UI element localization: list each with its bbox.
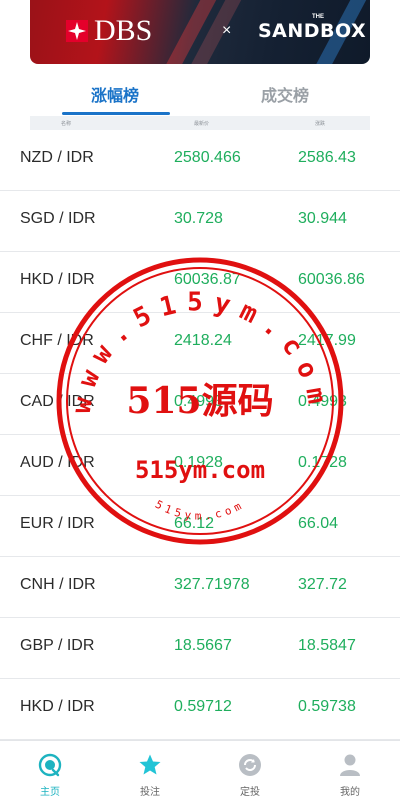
currency-pair: CHF / IDR <box>20 332 94 349</box>
latest-price: 60036.87 <box>174 271 241 288</box>
latest-price: 0.1928 <box>174 454 223 471</box>
list-item[interactable]: EUR / IDR 66.12 66.04 <box>0 496 400 557</box>
home-icon <box>38 753 62 777</box>
nav-label-bet: 投注 <box>140 787 160 798</box>
list-item[interactable]: HKD / IDR 60036.87 60036.86 <box>0 252 400 313</box>
change-value: 2586.43 <box>298 149 356 166</box>
list-item[interactable]: CHF / IDR 2418.24 2417.99 <box>0 313 400 374</box>
latest-price: 2580.466 <box>174 149 241 166</box>
change-value: 2417.99 <box>298 332 356 349</box>
currency-pair: CAD / IDR <box>20 393 95 410</box>
change-value: 18.5847 <box>298 637 356 654</box>
ranking-tabs: 涨幅榜 成交榜 <box>0 64 400 116</box>
column-header-change: 涨跌 <box>315 121 326 127</box>
change-value: 0.4993 <box>298 393 347 410</box>
latest-price: 66.12 <box>174 515 215 532</box>
nav-item-profile[interactable]: 我的 <box>300 741 400 800</box>
change-value: 327.72 <box>298 576 347 593</box>
list-item[interactable]: HKD / IDR 0.59712 0.59738 <box>0 679 400 740</box>
latest-price: 2418.24 <box>174 332 232 349</box>
change-value: 60036.86 <box>298 271 365 288</box>
nav-item-home[interactable]: 主页 <box>0 741 100 800</box>
nav-label-fixed-invest: 定投 <box>240 787 260 798</box>
collab-separator: × <box>222 22 232 39</box>
currency-pair: EUR / IDR <box>20 515 95 532</box>
quote-list: NZD / IDR 2580.466 2586.43 SGD / IDR 30.… <box>0 130 400 740</box>
tab-volume-ranking[interactable]: 成交榜 <box>261 82 309 106</box>
tab-rise-ranking[interactable]: 涨幅榜 <box>91 82 139 106</box>
change-value: 66.04 <box>298 515 339 532</box>
user-icon <box>340 754 360 776</box>
column-header: 名称 最新价 涨跌 <box>30 116 370 130</box>
currency-pair: NZD / IDR <box>20 149 94 166</box>
currency-pair: GBP / IDR <box>20 637 95 654</box>
currency-pair: HKD / IDR <box>20 698 95 715</box>
dbs-logo-icon <box>66 20 88 42</box>
list-item[interactable]: CNH / IDR 327.71978 327.72 <box>0 557 400 618</box>
promo-banner[interactable]: DBS × THE SANDBOX <box>30 0 370 64</box>
change-value: 0.59738 <box>298 698 356 715</box>
latest-price: 0.4993 <box>174 393 223 410</box>
nav-label-home: 主页 <box>40 787 60 798</box>
list-item[interactable]: GBP / IDR 18.5667 18.5847 <box>0 618 400 679</box>
column-header-name: 名称 <box>61 121 72 127</box>
change-value: 0.1728 <box>298 454 347 471</box>
latest-price: 327.71978 <box>174 576 250 593</box>
sandbox-brand-text: SANDBOX <box>258 20 367 42</box>
currency-pair: SGD / IDR <box>20 210 96 227</box>
list-item[interactable]: SGD / IDR 30.728 30.944 <box>0 191 400 252</box>
nav-label-profile: 我的 <box>340 787 360 798</box>
list-item[interactable]: AUD / IDR 0.1928 0.1728 <box>0 435 400 496</box>
nav-item-fixed-invest[interactable]: 定投 <box>200 741 300 800</box>
dbs-brand-text: DBS <box>94 14 153 47</box>
star-icon <box>139 754 161 775</box>
nav-item-bet[interactable]: 投注 <box>100 741 200 800</box>
currency-pair: CNH / IDR <box>20 576 96 593</box>
currency-pair: AUD / IDR <box>20 454 95 471</box>
currency-pair: HKD / IDR <box>20 271 95 288</box>
latest-price: 30.728 <box>174 210 223 227</box>
change-value: 30.944 <box>298 210 347 227</box>
column-header-price: 最新价 <box>194 121 210 127</box>
list-item[interactable]: CAD / IDR 0.4993 0.4993 <box>0 374 400 435</box>
active-tab-indicator <box>62 112 170 115</box>
latest-price: 18.5667 <box>174 637 232 654</box>
latest-price: 0.59712 <box>174 698 232 715</box>
bottom-nav: 主页 投注 定投 我的 <box>0 740 400 800</box>
refresh-icon <box>239 754 261 776</box>
list-item[interactable]: NZD / IDR 2580.466 2586.43 <box>0 130 400 191</box>
